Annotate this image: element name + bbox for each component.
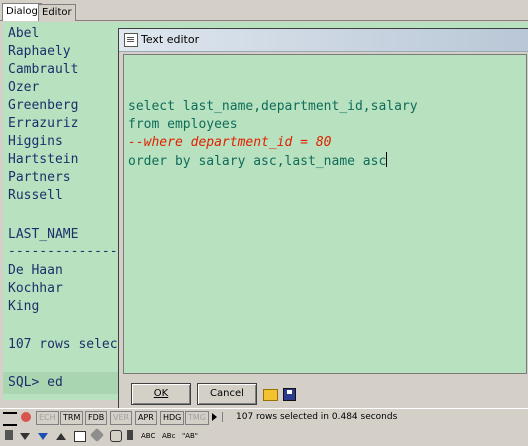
- code-line-from: from employees: [128, 117, 238, 132]
- lines-icon: [3, 412, 17, 426]
- status-message: 107 rows selected in 0.484 seconds: [236, 412, 398, 422]
- bottom-toolbar: ABC ABc "AB": [0, 426, 528, 446]
- record-icon[interactable]: [21, 412, 31, 422]
- font-icon[interactable]: [127, 430, 133, 440]
- tab-strip: Dialog Editor: [0, 0, 528, 21]
- play-icon[interactable]: [212, 413, 217, 421]
- result-row: Greenberg: [8, 98, 79, 113]
- status-apr[interactable]: APR: [135, 411, 157, 425]
- status-divider: [222, 412, 223, 422]
- status-bar: ECH TRM FDB VER APR HDG TMG 107 rows sel…: [0, 408, 528, 426]
- status-ech[interactable]: ECH: [36, 411, 59, 425]
- result-row: King: [8, 299, 40, 314]
- text-editor-icon: [124, 33, 138, 47]
- ok-button[interactable]: OK: [131, 383, 191, 405]
- arrow-up-icon[interactable]: [56, 433, 66, 440]
- ok-button-label: OK: [153, 388, 169, 399]
- result-row: Russell: [8, 188, 63, 203]
- dialog-title: Text editor: [141, 33, 200, 46]
- quote-button[interactable]: "AB": [182, 431, 198, 442]
- cancel-button-label: Cancel: [210, 388, 244, 399]
- result-row: De Haan: [8, 263, 63, 278]
- result-row: Abel: [8, 26, 40, 41]
- code-line-order-by-text: order by salary asc,last_name asc: [128, 154, 387, 169]
- text-box-icon[interactable]: [74, 431, 86, 442]
- eraser-icon[interactable]: [89, 427, 105, 443]
- status-hdg[interactable]: HDG: [160, 411, 185, 425]
- uppercase-button[interactable]: ABC: [141, 431, 155, 442]
- result-row: Cambrault: [8, 62, 79, 77]
- save-disk-icon[interactable]: [283, 388, 296, 401]
- text-editor-dialog: Text editor select last_name,department_…: [118, 28, 528, 410]
- clip-icon[interactable]: [110, 430, 122, 442]
- sql-editor-textarea[interactable]: select last_name,department_id,salary fr…: [123, 54, 527, 374]
- result-row: Higgins: [8, 134, 63, 149]
- arrow-down-icon[interactable]: [20, 433, 30, 440]
- result-row: Raphaely: [8, 44, 71, 59]
- rows-selected-message: 107 rows selec: [8, 337, 118, 352]
- column-header: LAST_NAME: [8, 227, 79, 242]
- result-row: Ozer: [8, 80, 40, 95]
- result-row: Hartstein: [8, 152, 79, 167]
- cancel-button[interactable]: Cancel: [197, 383, 257, 405]
- arrow-down-blue-icon[interactable]: [38, 433, 48, 440]
- sql-prompt[interactable]: SQL> ed: [8, 374, 63, 392]
- result-row: Kochhar: [8, 281, 63, 296]
- status-trm[interactable]: TRM: [60, 411, 84, 425]
- open-folder-icon[interactable]: [263, 389, 278, 401]
- code-line-select: select last_name,department_id,salary: [128, 99, 418, 114]
- result-row: Errazuriz: [8, 116, 79, 131]
- result-row: Partners: [8, 170, 71, 185]
- text-caret: [386, 152, 388, 167]
- capitalize-button[interactable]: ABc: [162, 431, 175, 442]
- code-line-order-by: order by salary asc,last_name asc: [128, 152, 388, 171]
- code-line-comment: --where department_id = 80: [128, 135, 332, 150]
- tab-editor[interactable]: Editor: [38, 4, 76, 21]
- dialog-titlebar[interactable]: Text editor: [119, 29, 528, 52]
- save-icon[interactable]: [5, 430, 13, 440]
- status-ver[interactable]: VER: [110, 411, 133, 425]
- status-tmg[interactable]: TMG: [185, 411, 209, 425]
- tab-dialog[interactable]: Dialog: [2, 3, 42, 21]
- status-fdb[interactable]: FDB: [85, 411, 108, 425]
